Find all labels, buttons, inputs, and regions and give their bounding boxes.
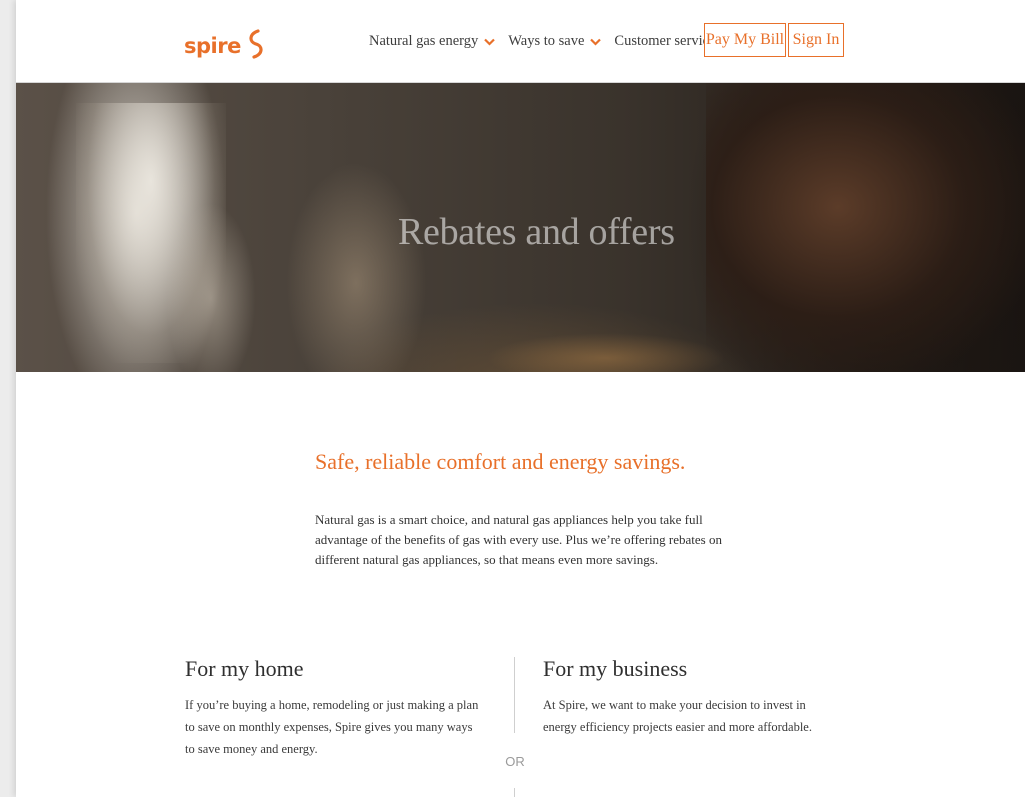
site-header: spire Natural gas energy Ways to save Cu…	[16, 0, 1025, 83]
logo-wordmark: spire	[184, 33, 241, 58]
or-label: OR	[505, 754, 525, 769]
nav-label: Natural gas energy	[369, 33, 479, 49]
page: spire Natural gas energy Ways to save Cu…	[16, 0, 1025, 797]
nav-label: Customer service	[614, 33, 716, 49]
sign-in-button[interactable]: Sign In	[788, 23, 844, 57]
business-body: At Spire, we want to make your decision …	[543, 698, 812, 734]
nav-ways-to-save[interactable]: Ways to save	[508, 33, 602, 50]
intro-body: Natural gas is a smart choice, and natur…	[315, 512, 722, 567]
vertical-divider	[514, 788, 515, 797]
nav-label: Ways to save	[508, 33, 585, 49]
hero-banner: Rebates and offers	[16, 83, 1025, 372]
vertical-divider	[514, 657, 515, 733]
main-nav: Natural gas energy Ways to save Customer…	[369, 33, 745, 50]
home-section[interactable]: For my home If you’re buying a home, rem…	[185, 656, 485, 760]
home-title[interactable]: For my home	[185, 656, 485, 682]
chevron-down-icon	[484, 38, 496, 46]
nav-natural-gas-energy[interactable]: Natural gas energy	[369, 33, 496, 50]
pay-my-bill-button[interactable]: Pay My Bill	[704, 23, 786, 57]
intro-heading: Safe, reliable comfort and energy saving…	[315, 449, 686, 474]
home-body: If you’re buying a home, remodeling or j…	[185, 698, 479, 756]
spire-s-mark-icon	[246, 28, 266, 64]
business-section[interactable]: For my business At Spire, we want to mak…	[543, 656, 833, 738]
hero-title: Rebates and offers	[398, 211, 675, 254]
spire-logo[interactable]: spire	[184, 26, 266, 66]
chevron-down-icon	[590, 38, 602, 46]
hero-image-lights	[486, 333, 726, 372]
business-title[interactable]: For my business	[543, 656, 833, 682]
